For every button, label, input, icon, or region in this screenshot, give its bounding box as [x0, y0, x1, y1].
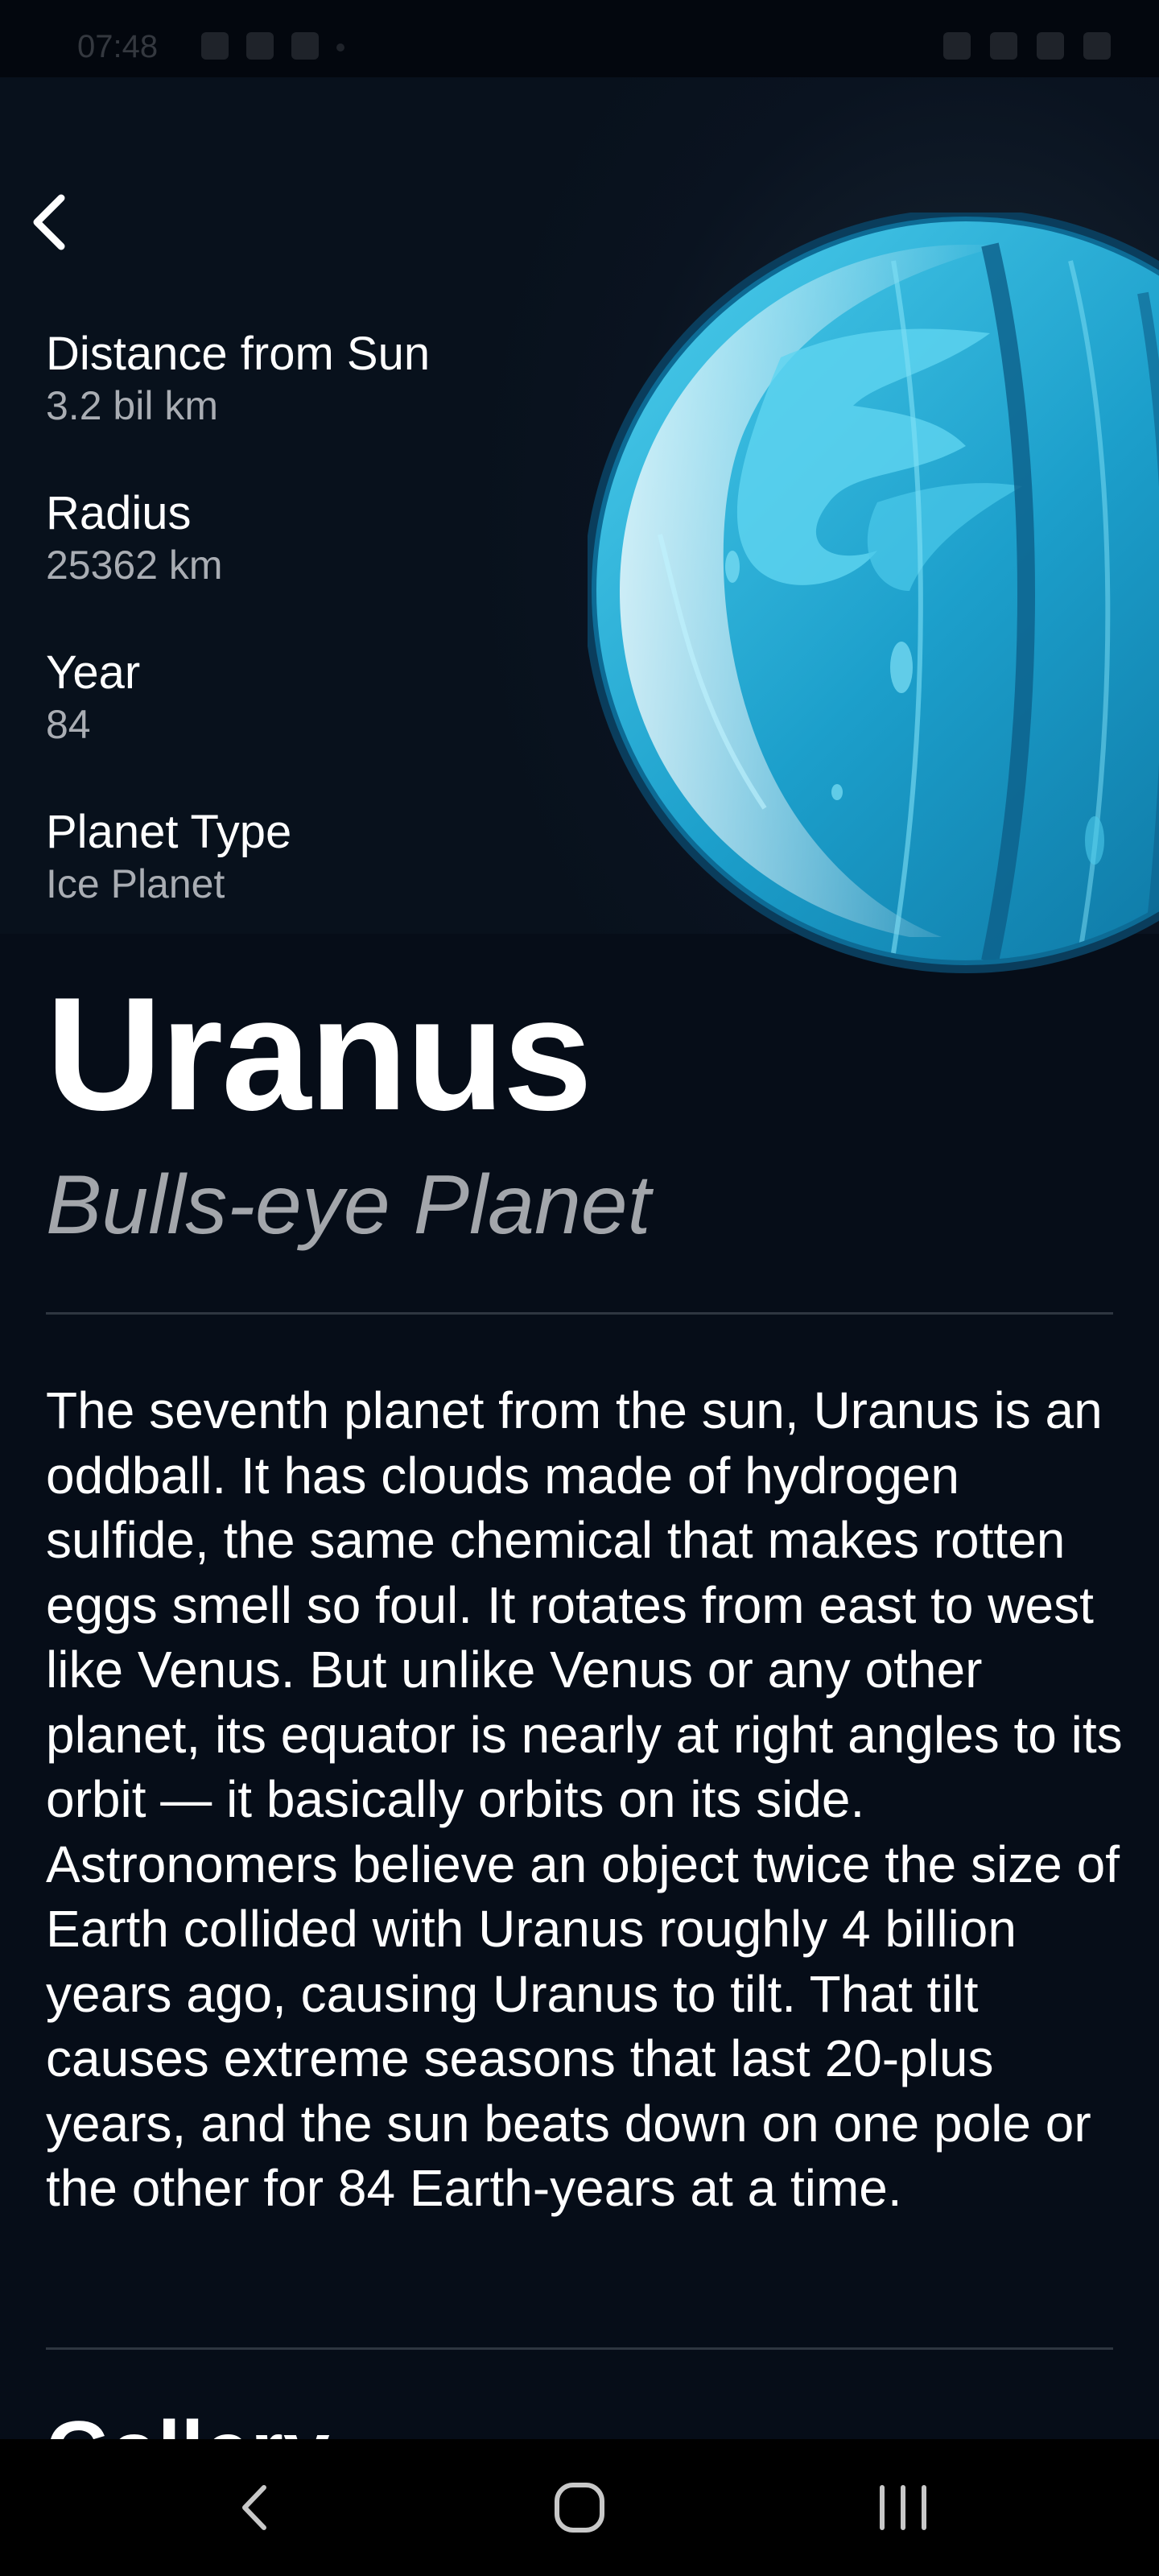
stat-label: Planet Type	[46, 806, 292, 858]
planet-illustration	[584, 208, 1159, 985]
nav-recent-apps-button[interactable]	[823, 2439, 984, 2576]
planet-detail-screen: 07:48 Distance from Sun 3.2 bil km Radiu…	[0, 0, 1159, 2576]
planet-stats: Distance from Sun 3.2 bil km Radius 2536…	[46, 327, 430, 964]
nav-home-icon	[555, 2483, 604, 2533]
system-navigation-bar	[0, 2439, 1159, 2576]
status-time: 07:48	[77, 29, 159, 64]
planet-name: Uranus	[46, 964, 592, 1144]
stat-label: Year	[46, 646, 141, 699]
calendar-icon	[246, 32, 274, 60]
status-bar: 07:48	[0, 0, 1159, 77]
wifi-icon	[990, 32, 1017, 60]
nav-home-button[interactable]	[499, 2439, 660, 2576]
divider	[46, 1312, 1113, 1315]
system-icons	[943, 32, 1111, 60]
stat-radius: Radius 25362 km	[46, 486, 430, 589]
nav-back-button[interactable]	[174, 2439, 335, 2576]
battery-icon	[1083, 32, 1111, 60]
stat-value: 3.2 bil km	[46, 383, 218, 428]
nav-recent-apps-icon	[880, 2485, 926, 2530]
stat-value: 84	[46, 702, 91, 747]
stat-label: Distance from Sun	[46, 328, 431, 380]
stat-distance: Distance from Sun 3.2 bil km	[46, 327, 430, 430]
stat-year: Year 84	[46, 646, 430, 749]
signal-icon	[1037, 32, 1064, 60]
planet-description: The seventh planet from the sun, Uranus …	[46, 1381, 1123, 2217]
planet-title-block: Uranus Bulls-eye Planet	[46, 966, 1113, 1257]
notification-icon	[201, 32, 229, 60]
chevron-left-icon	[33, 194, 65, 250]
back-button[interactable]	[24, 190, 76, 254]
divider	[46, 2347, 1113, 2350]
stat-label: Radius	[46, 487, 192, 539]
stat-planet-type: Planet Type Ice Planet	[46, 805, 430, 908]
gallery-heading: Gallery	[46, 2403, 330, 2439]
notification-icons	[201, 32, 344, 60]
alarm-icon	[943, 32, 971, 60]
planet-hero: Distance from Sun 3.2 bil km Radius 2536…	[0, 77, 1159, 973]
nav-back-icon	[242, 2485, 266, 2530]
cloud-icon	[291, 32, 319, 60]
planet-nickname: Bulls-eye Planet	[46, 1158, 651, 1252]
dot-icon	[336, 43, 344, 52]
stat-value: 25362 km	[46, 543, 223, 588]
stat-value: Ice Planet	[46, 861, 225, 906]
